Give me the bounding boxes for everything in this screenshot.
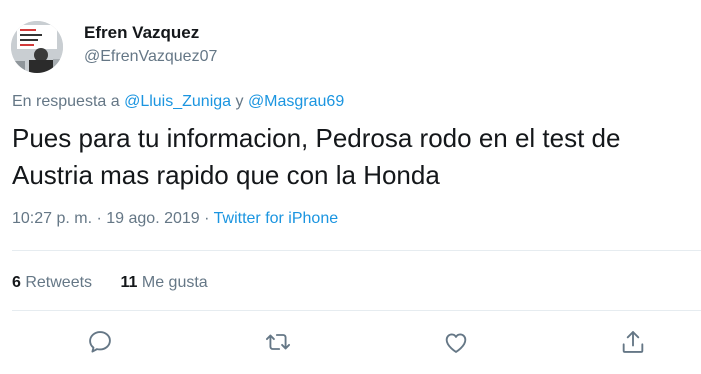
divider [12,250,701,251]
meta-separator: · [199,210,214,227]
divider [12,310,701,311]
reply-button[interactable] [86,328,114,356]
retweets-count: 6 [12,274,21,291]
user-handle[interactable]: @EfrenVazquez07 [84,47,217,67]
retweets-label: Retweets [20,274,93,291]
tweet-source[interactable]: Twitter for iPhone [214,210,339,227]
share-upload-icon [622,331,644,353]
comment-bubble-icon [89,331,111,353]
likes-label: Me gusta [137,274,208,291]
like-button[interactable] [442,328,470,356]
avatar[interactable] [11,21,63,73]
share-button[interactable] [619,328,647,356]
avatar-image [11,21,63,73]
retweet-arrows-icon [265,334,291,350]
author-block: Efren Vazquez @EfrenVazquez07 [84,22,217,67]
tweet-stats: 6 Retweets 11 Me gusta [12,273,208,293]
likes-stat[interactable]: 11 Me gusta [121,273,208,293]
tweet-time[interactable]: 10:27 p. m. [12,210,92,227]
retweets-stat[interactable]: 6 Retweets [12,273,92,293]
reply-mention-1[interactable]: @Lluis_Zuniga [124,93,231,110]
tweet-date[interactable]: 19 ago. 2019 [106,210,199,227]
action-bar [0,328,701,360]
meta-separator: · [92,210,107,227]
retweet-button[interactable] [264,328,292,356]
tweet-meta: 10:27 p. m. · 19 ago. 2019 · Twitter for… [12,209,338,229]
heart-icon [445,333,467,353]
reply-mention-2[interactable]: @Masgrau69 [248,93,344,110]
likes-count: 11 [120,274,138,291]
tweet-text: Pues para tu informacion, Pedrosa rodo e… [12,123,621,190]
tweet-card: Efren Vazquez @EfrenVazquez07 En respues… [0,0,701,374]
display-name[interactable]: Efren Vazquez [84,22,217,44]
reply-joiner: y [231,93,248,110]
reply-prefix: En respuesta a [12,93,125,110]
reply-context: En respuesta a @Lluis_Zuniga y @Masgrau6… [12,92,344,112]
